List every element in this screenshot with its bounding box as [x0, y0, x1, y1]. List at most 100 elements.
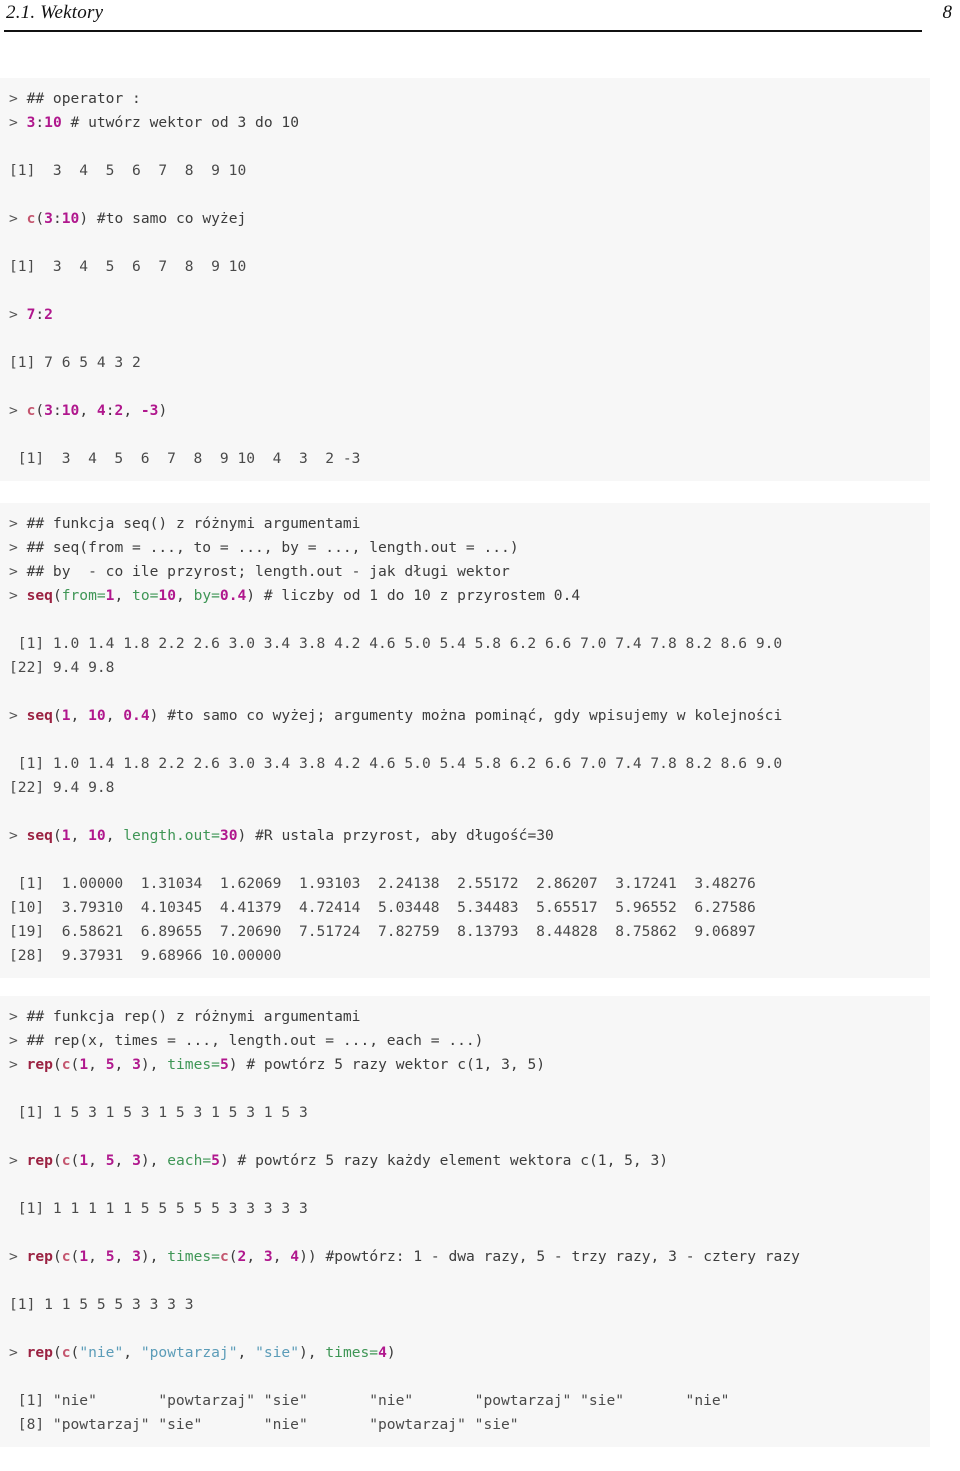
token-fnc: c: [61, 1152, 71, 1169]
prompt-chevron: >: [9, 563, 27, 580]
prompt-chevron: >: [9, 515, 27, 532]
console-output-line: [8] "powtarzaj" "sie" "nie" "powtarzaj" …: [9, 1416, 519, 1433]
token-fnc: c: [61, 1056, 71, 1073]
token-op: (: [70, 1152, 80, 1169]
console-output-line: [1] 3 4 5 6 7 8 9 10 4 3 2 -3: [9, 450, 361, 467]
console-input-line: > 7:2: [0, 303, 930, 327]
token-op: :: [35, 114, 45, 131]
token-op: ,: [88, 1248, 106, 1265]
code-spacer-line: [0, 1173, 930, 1197]
console-output-line: [1] 1 1 5 5 5 3 3 3 3: [9, 1296, 194, 1313]
token-num: 3: [263, 1248, 273, 1265]
console-output-line: [1] 3 4 5 6 7 8 9 10: [9, 162, 247, 179]
console-input-line: > seq(1, 10, length.out=30) #R ustala pr…: [0, 824, 930, 848]
prompt-chevron: >: [9, 827, 27, 844]
block-operator-colon: > ## operator : > 3:10 # utwórz wektor od…: [0, 78, 930, 481]
token-op: ,: [246, 1248, 264, 1265]
code-spacer-line: [0, 375, 930, 399]
token-op: :: [52, 402, 62, 419]
token-op: :: [35, 306, 45, 323]
token-num: 5: [105, 1152, 115, 1169]
console-input-line: > rep(c(1, 5, 3), each=5) # powtórz 5 ra…: [0, 1149, 930, 1173]
code-spacer-line: [0, 423, 930, 447]
token-op: ,: [175, 587, 194, 604]
token-fn: rep: [26, 1344, 53, 1361]
prompt-chevron: >: [9, 1032, 27, 1049]
token-num: 5: [105, 1056, 115, 1073]
token-fnc: c: [61, 1248, 71, 1265]
token-arg: to=: [132, 587, 159, 604]
prompt-chevron: >: [9, 210, 27, 227]
token-op: ),: [299, 1344, 326, 1361]
token-op: ): [79, 210, 89, 227]
console-output-line: [1] 7 6 5 4 3 2: [9, 354, 141, 371]
block-gap: [0, 481, 960, 503]
code-spacer-line: [0, 608, 930, 632]
token-num: 3: [132, 1152, 141, 1169]
token-fn: seq: [26, 827, 53, 844]
token-num: 4: [378, 1344, 387, 1361]
token-num: 1: [61, 827, 71, 844]
token-op: ,: [123, 1344, 141, 1361]
console-input-line: > ## funkcja rep() z różnymi argumentami: [0, 1005, 930, 1029]
token-num: -3: [140, 402, 159, 419]
prompt-chevron: >: [9, 1248, 27, 1265]
token-num: 10: [158, 587, 176, 604]
token-comment: ## rep(x, times = ..., length.out = ...,…: [26, 1032, 484, 1049]
prompt-chevron: >: [9, 707, 27, 724]
code-spacer-line: [0, 327, 930, 351]
prompt-chevron: >: [9, 306, 27, 323]
token-fn: rep: [26, 1152, 53, 1169]
token-num: 10: [44, 114, 62, 131]
prompt-chevron: >: [9, 539, 27, 556]
token-num: 3: [44, 402, 53, 419]
token-op: ,: [105, 707, 124, 724]
token-fn: rep: [26, 1248, 53, 1265]
token-str: "sie": [255, 1344, 300, 1361]
token-op: :: [105, 402, 115, 419]
token-op: ): [386, 1344, 396, 1361]
token-op: ): [237, 827, 247, 844]
token-num: 4: [96, 402, 106, 419]
token-str: "powtarzaj": [140, 1344, 238, 1361]
token-op: ): [246, 587, 256, 604]
token-arg: length.out=: [123, 827, 220, 844]
token-op: (: [70, 1344, 80, 1361]
console-input-line: > ## seq(from = ..., to = ..., by = ...,…: [0, 536, 930, 560]
prompt-chevron: >: [9, 114, 27, 131]
code-spacer-line: [0, 1269, 930, 1293]
code-spacer-line: [0, 135, 930, 159]
token-comment: #to samo co wyżej: [88, 210, 247, 227]
token-comment: ## seq(from = ..., to = ..., by = ..., l…: [26, 539, 519, 556]
token-comment: ## operator :: [26, 90, 141, 107]
token-op: ),: [140, 1248, 168, 1265]
token-op: ,: [105, 827, 124, 844]
token-comment: #powtórz: 1 - dwa razy, 5 - trzy razy, 3…: [316, 1248, 800, 1265]
block-rep: > ## funkcja rep() z różnymi argumentami…: [0, 996, 930, 1447]
token-arg: times=: [167, 1248, 220, 1265]
token-fnc: c: [61, 1344, 71, 1361]
token-num: 10: [88, 827, 106, 844]
prompt-chevron: >: [9, 587, 27, 604]
token-fn: seq: [26, 707, 53, 724]
token-num: 2: [44, 306, 53, 323]
code-spacer-line: [0, 680, 930, 704]
token-op: ,: [114, 1056, 133, 1073]
console-input-line: > ## rep(x, times = ..., length.out = ..…: [0, 1029, 930, 1053]
header-divider: [4, 30, 922, 32]
prompt-chevron: >: [9, 402, 27, 419]
token-num: 10: [88, 707, 106, 724]
token-num: 1: [61, 707, 71, 724]
token-num: 3: [132, 1056, 141, 1073]
token-num: 3: [132, 1248, 141, 1265]
prompt-chevron: >: [9, 90, 27, 107]
token-op: ): [219, 1152, 229, 1169]
token-comment: # powtórz 5 razy każdy element wektora c…: [228, 1152, 669, 1169]
token-comment: # powtórz 5 razy wektor c(1, 3, 5): [237, 1056, 546, 1073]
code-block-stack: > ## operator : > 3:10 # utwórz wektor od…: [0, 78, 960, 1447]
token-num: 3: [44, 210, 53, 227]
console-output-line: [1] 1 5 3 1 5 3 1 5 3 1 5 3 1 5 3: [9, 1104, 308, 1121]
console-input-line: > ## operator :: [0, 87, 930, 111]
token-op: ),: [140, 1152, 168, 1169]
console-output-line: [22] 9.4 9.8: [9, 779, 115, 796]
